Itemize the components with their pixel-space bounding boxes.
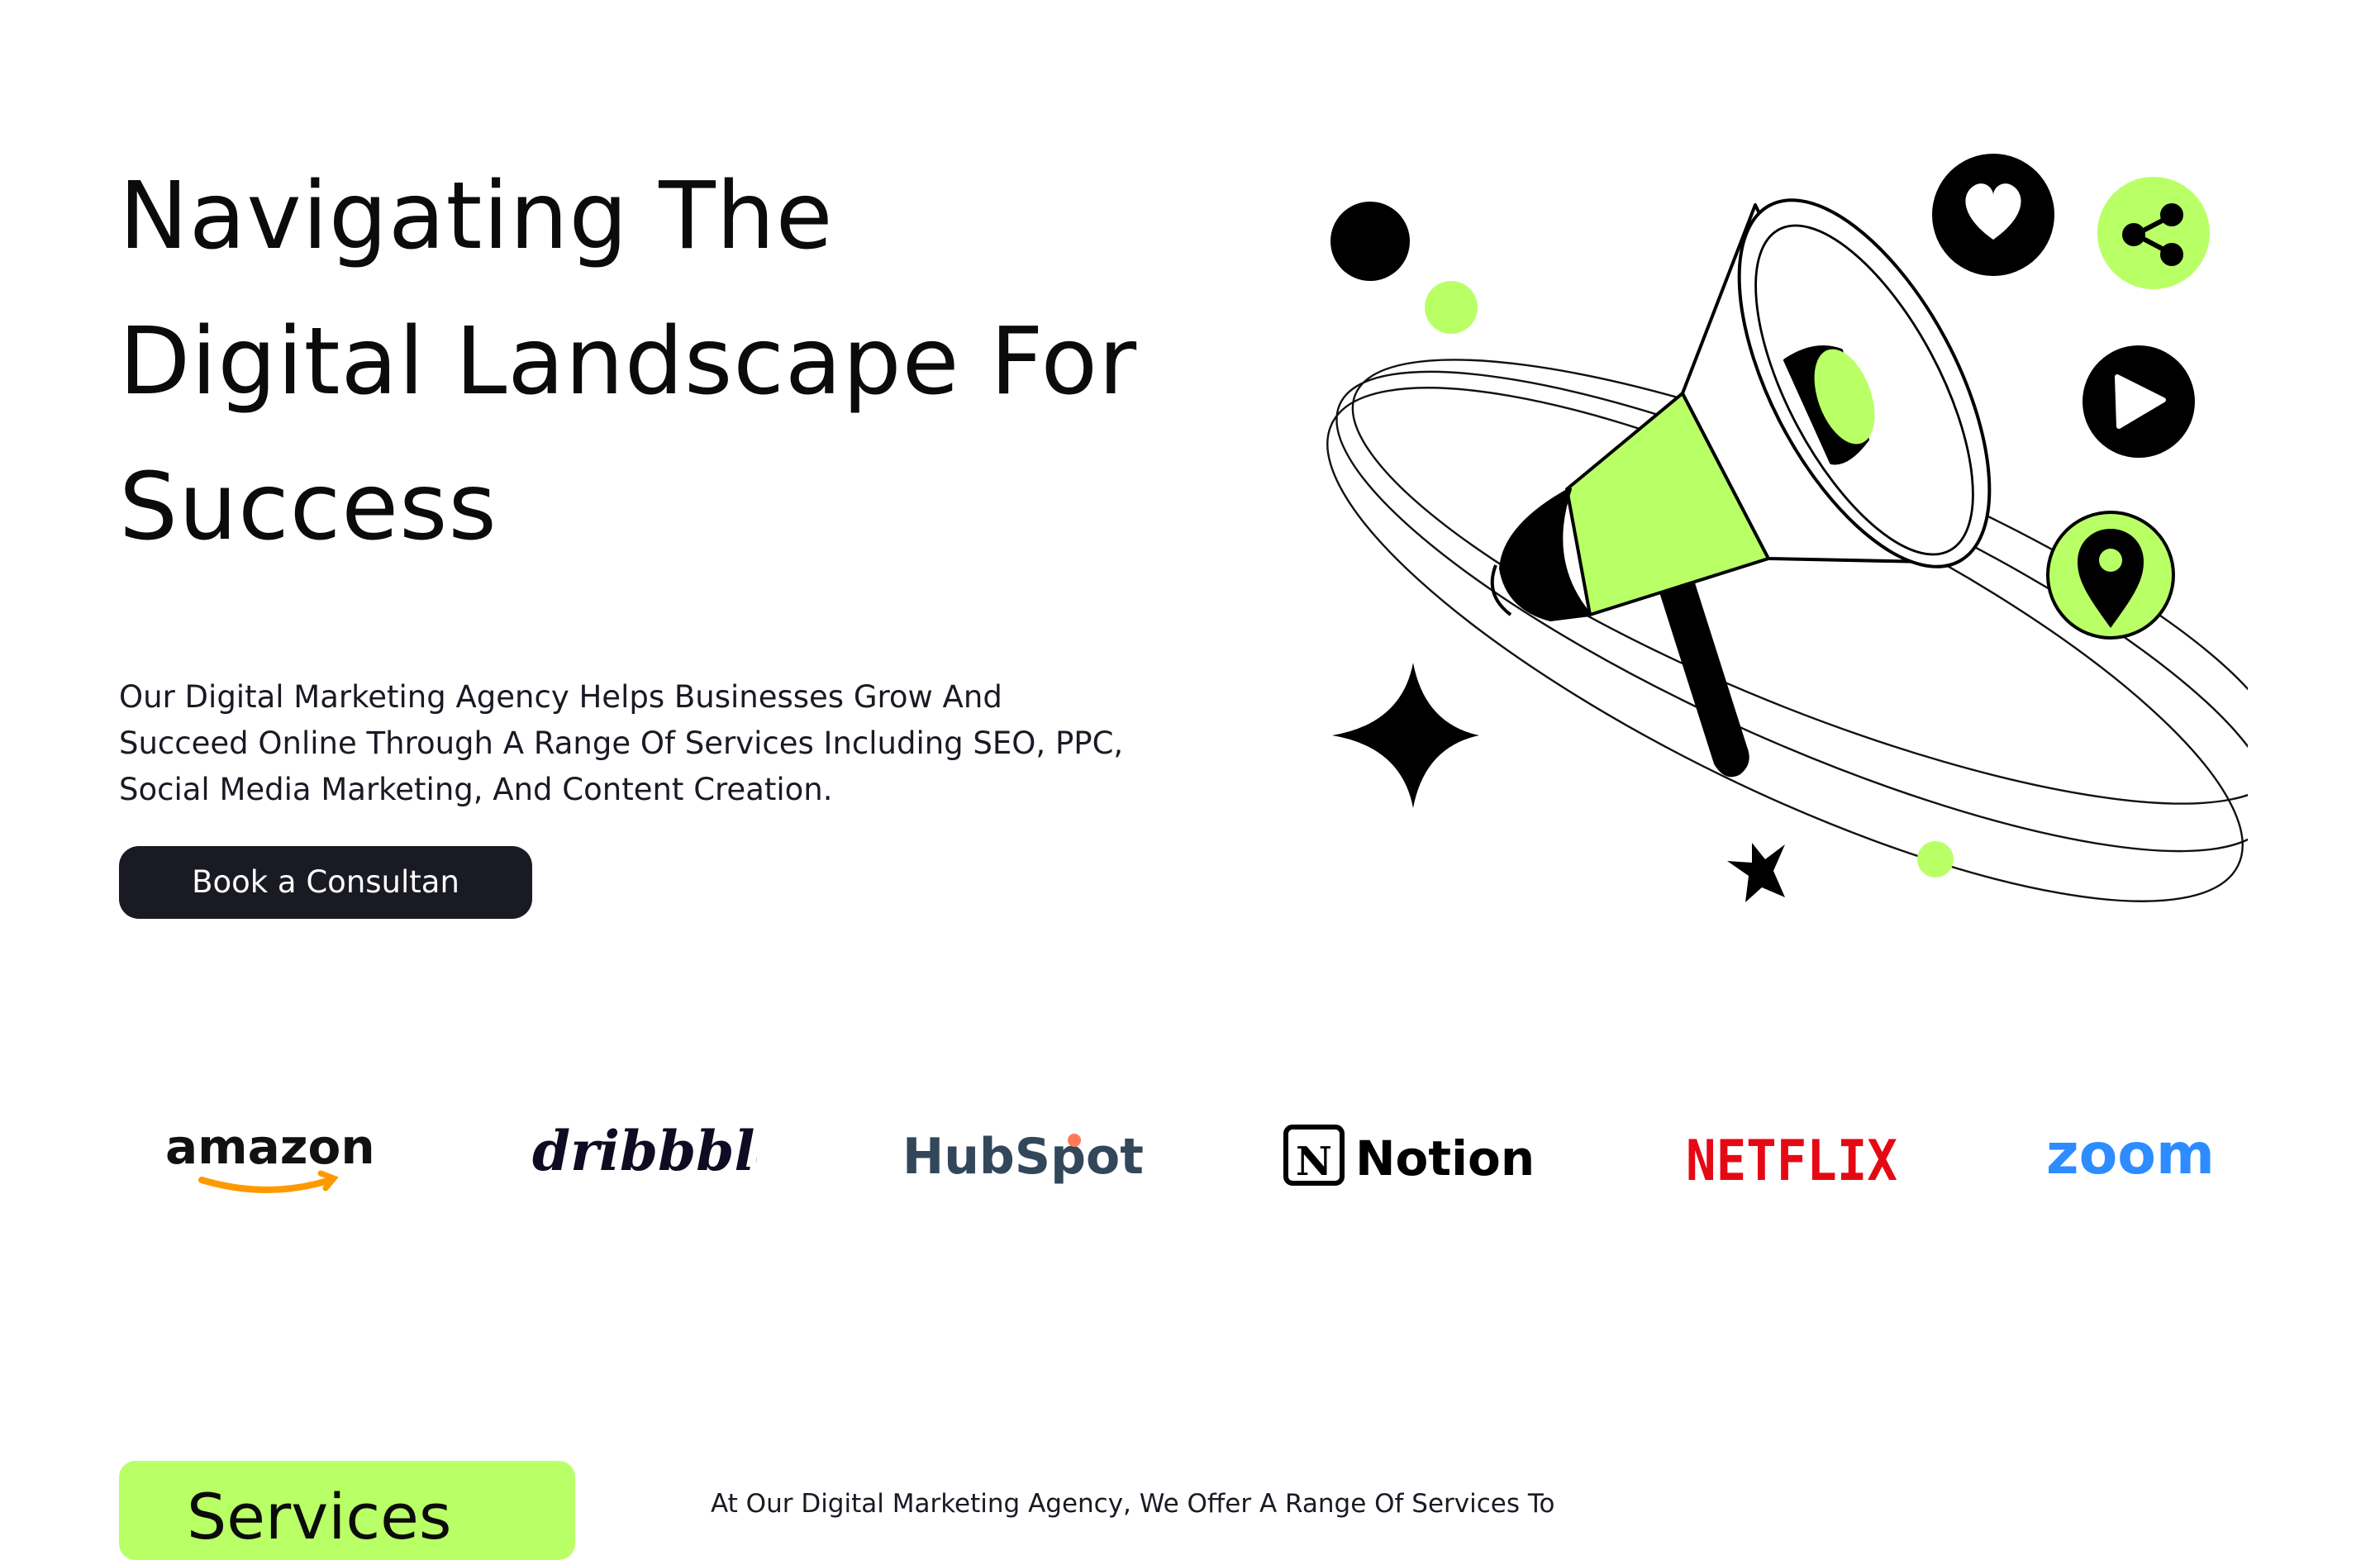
client-logos: amazon dribbble HubSpot N Notion xyxy=(0,1091,2380,1223)
small-star-icon xyxy=(1727,843,1785,902)
sparkle-star-icon xyxy=(1332,663,1479,808)
heart-badge xyxy=(1932,154,2054,276)
netflix-logo: NETFLIX xyxy=(1683,1091,1897,1223)
hero-title-line: Success xyxy=(119,454,497,562)
hero-title-line: Digital Landscape For xyxy=(119,309,1138,416)
location-badge xyxy=(2046,511,2175,640)
green-dot xyxy=(1917,841,1954,878)
amazon-wordmark: amazon xyxy=(165,1119,375,1175)
notion-mark-letter: N xyxy=(1296,1139,1332,1185)
hubspot-logo-mark: HubSpot xyxy=(902,1128,1144,1186)
services-heading-tag: Services xyxy=(119,1461,575,1560)
hero-description: Our Digital Marketing Agency Helps Busin… xyxy=(119,676,1177,815)
dribbble-logo: dribbble xyxy=(526,1091,757,1223)
netflix-logo-mark: NETFLIX xyxy=(1686,1129,1897,1194)
hero-illustration xyxy=(1326,154,2248,902)
notion-logo: N Notion xyxy=(1283,1091,1564,1223)
notion-logo-mark: N Notion xyxy=(1283,1125,1535,1187)
amazon-logo: amazon xyxy=(159,1091,390,1223)
zoom-wordmark: zoom xyxy=(2046,1122,2215,1187)
zoom-logo-mark: zoom xyxy=(2046,1122,2215,1187)
netflix-wordmark: NETFLIX xyxy=(1686,1129,1897,1194)
book-consultation-button[interactable]: Book a Consultan xyxy=(119,846,532,919)
hubspot-wordmark: HubSpot xyxy=(902,1128,1144,1186)
zoom-logo: zoom xyxy=(2043,1091,2258,1223)
play-badge xyxy=(2082,345,2195,458)
hero-description-line: Succeed Online Through A Range Of Servic… xyxy=(119,727,1124,762)
hero-description-line: Our Digital Marketing Agency Helps Busin… xyxy=(119,681,1002,716)
hero-title: Navigating The Digital Landscape For Suc… xyxy=(119,145,1210,582)
amazon-logo-mark: amazon xyxy=(165,1119,375,1193)
services-description: At Our Digital Marketing Agency, We Offe… xyxy=(711,1489,1555,1519)
hubspot-logo: HubSpot xyxy=(899,1091,1147,1223)
green-dot xyxy=(1425,281,1478,334)
dribbble-wordmark: dribbble xyxy=(532,1119,757,1183)
share-badge xyxy=(2097,177,2210,289)
notion-wordmark: Notion xyxy=(1355,1130,1535,1187)
page: Navigating The Digital Landscape For Suc… xyxy=(0,0,2380,1560)
hero-title-line: Navigating The xyxy=(119,164,834,271)
black-dot xyxy=(1330,202,1410,281)
services-heading: Services xyxy=(187,1481,452,1553)
dribbble-logo-mark: dribbble xyxy=(532,1119,757,1183)
hero-description-line: Social Media Marketing, And Content Crea… xyxy=(119,773,833,808)
